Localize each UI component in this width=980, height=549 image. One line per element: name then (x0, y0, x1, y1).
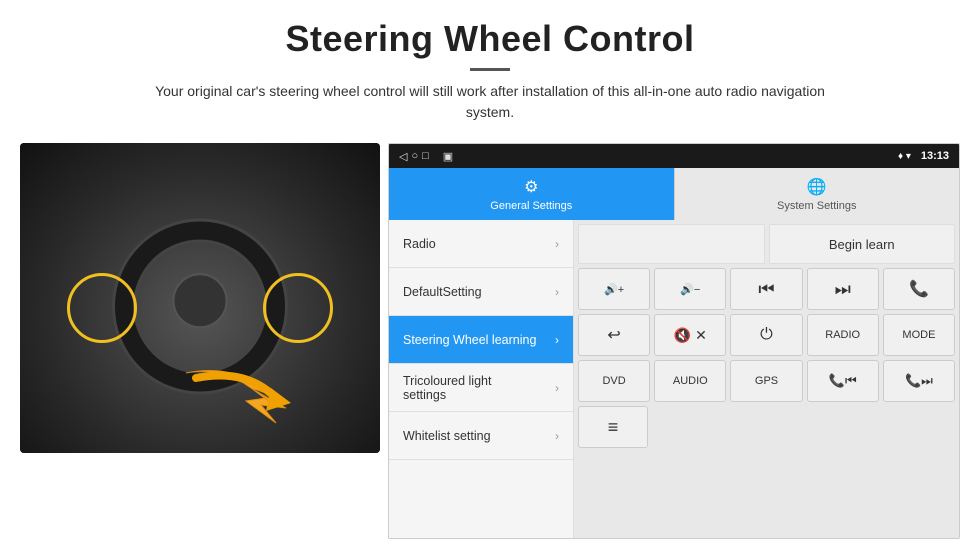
gps-label: GPS (755, 375, 778, 387)
volume-up-button[interactable]: 🔊+ (578, 268, 650, 310)
back-button[interactable]: ↩ (578, 314, 650, 356)
menu-item-steering[interactable]: Steering Wheel learning › (389, 316, 573, 364)
phone-next-button[interactable]: 📞⏭ (883, 360, 955, 402)
time-display: 13:13 (921, 150, 949, 162)
menu-item-default[interactable]: DefaultSetting › (389, 268, 573, 316)
general-settings-icon: ⚙ (524, 177, 538, 197)
menu-button[interactable]: ≡ (578, 406, 648, 448)
menu-item-radio[interactable]: Radio › (389, 220, 573, 268)
ui-panel: ◁ ○ □ ▣ ♦ ▾ 13:13 ⚙ General Settings 🌐 (388, 143, 960, 539)
control-row-4: ≡ (578, 406, 955, 448)
highlight-circle-right (263, 273, 333, 343)
home-icon[interactable]: ○ (411, 150, 418, 162)
radio-label: RADIO (825, 329, 860, 341)
menu-whitelist-label: Whitelist setting (403, 429, 555, 443)
menu-icon: ≡ (608, 417, 619, 438)
prev-track-icon: ⏮ (758, 279, 774, 300)
chevron-icon: › (555, 285, 559, 299)
steering-wheel-center (173, 273, 228, 328)
back-icon[interactable]: ◁ (399, 150, 407, 163)
main-content: ◁ ○ □ ▣ ♦ ▾ 13:13 ⚙ General Settings 🌐 (0, 133, 980, 549)
volume-down-icon: 🔊− (680, 283, 700, 296)
back-arrow-icon: ↩ (607, 325, 620, 345)
mute-button[interactable]: 🔇 ✕ (654, 314, 726, 356)
begin-learn-button[interactable]: Begin learn (769, 224, 956, 264)
control-row-0: Begin learn (578, 224, 955, 264)
system-settings-icon: 🌐 (807, 177, 827, 197)
status-right: ♦ ▾ 13:13 (898, 150, 949, 162)
phone-prev-icon: 📞⏮ (829, 373, 857, 389)
mute-icon: 🔇 ✕ (674, 327, 707, 344)
media-icon[interactable]: ▣ (443, 150, 453, 163)
car-image (20, 143, 380, 453)
status-bar: ◁ ○ □ ▣ ♦ ▾ 13:13 (389, 144, 959, 168)
dvd-button[interactable]: DVD (578, 360, 650, 402)
header-section: Steering Wheel Control Your original car… (0, 0, 980, 133)
menu-item-tricolour[interactable]: Tricoloured lightsettings › (389, 364, 573, 412)
content-area: Radio › DefaultSetting › Steering Wheel … (389, 220, 959, 538)
tab-bar: ⚙ General Settings 🌐 System Settings (389, 168, 959, 220)
menu-item-whitelist[interactable]: Whitelist setting › (389, 412, 573, 460)
tab-system-label: System Settings (777, 200, 856, 212)
menu-steering-label: Steering Wheel learning (403, 333, 555, 347)
radio-button[interactable]: RADIO (807, 314, 879, 356)
highlight-circle-left (67, 273, 137, 343)
next-track-button[interactable]: ⏭ (807, 268, 879, 310)
control-row-3: DVD AUDIO GPS 📞⏮ 📞⏭ (578, 360, 955, 402)
menu-default-label: DefaultSetting (403, 285, 555, 299)
audio-button[interactable]: AUDIO (654, 360, 726, 402)
power-button[interactable]: ⏻ (730, 314, 802, 356)
arrow-container (176, 353, 296, 438)
tab-general-settings[interactable]: ⚙ General Settings (389, 168, 674, 220)
menu-list: Radio › DefaultSetting › Steering Wheel … (389, 220, 574, 538)
chevron-icon: › (555, 237, 559, 251)
signal-icon: ♦ ▾ (898, 151, 911, 162)
menu-tricolour-label: Tricoloured lightsettings (403, 374, 555, 402)
subtitle-text: Your original car's steering wheel contr… (150, 81, 830, 123)
prev-track-button[interactable]: ⏮ (730, 268, 802, 310)
phone-answer-icon: 📞 (909, 279, 929, 299)
title-divider (470, 68, 510, 71)
mode-label: MODE (902, 329, 935, 341)
phone-prev-button[interactable]: 📞⏮ (807, 360, 879, 402)
audio-label: AUDIO (673, 375, 708, 387)
phone-answer-button[interactable]: 📞 (883, 268, 955, 310)
empty-control-box (578, 224, 765, 264)
recent-icon[interactable]: □ (422, 150, 429, 162)
volume-up-icon: 🔊+ (604, 283, 624, 296)
tab-general-label: General Settings (490, 200, 572, 212)
control-grid: Begin learn 🔊+ 🔊− ⏮ (574, 220, 959, 538)
chevron-icon: › (555, 429, 559, 443)
volume-down-button[interactable]: 🔊− (654, 268, 726, 310)
chevron-icon: › (555, 333, 559, 347)
control-row-2: ↩ 🔇 ✕ ⏻ RADIO MODE (578, 314, 955, 356)
next-track-icon: ⏭ (835, 279, 851, 300)
phone-next-icon: 📞⏭ (905, 373, 933, 389)
tab-system-settings[interactable]: 🌐 System Settings (674, 168, 960, 220)
menu-radio-label: Radio (403, 237, 555, 251)
page-title: Steering Wheel Control (40, 18, 940, 60)
gps-button[interactable]: GPS (730, 360, 802, 402)
dvd-label: DVD (602, 375, 625, 387)
control-row-1: 🔊+ 🔊− ⏮ ⏭ 📞 (578, 268, 955, 310)
mode-button[interactable]: MODE (883, 314, 955, 356)
power-icon: ⏻ (760, 326, 773, 344)
nav-icons: ◁ ○ □ ▣ (399, 150, 453, 163)
chevron-icon: › (555, 381, 559, 395)
